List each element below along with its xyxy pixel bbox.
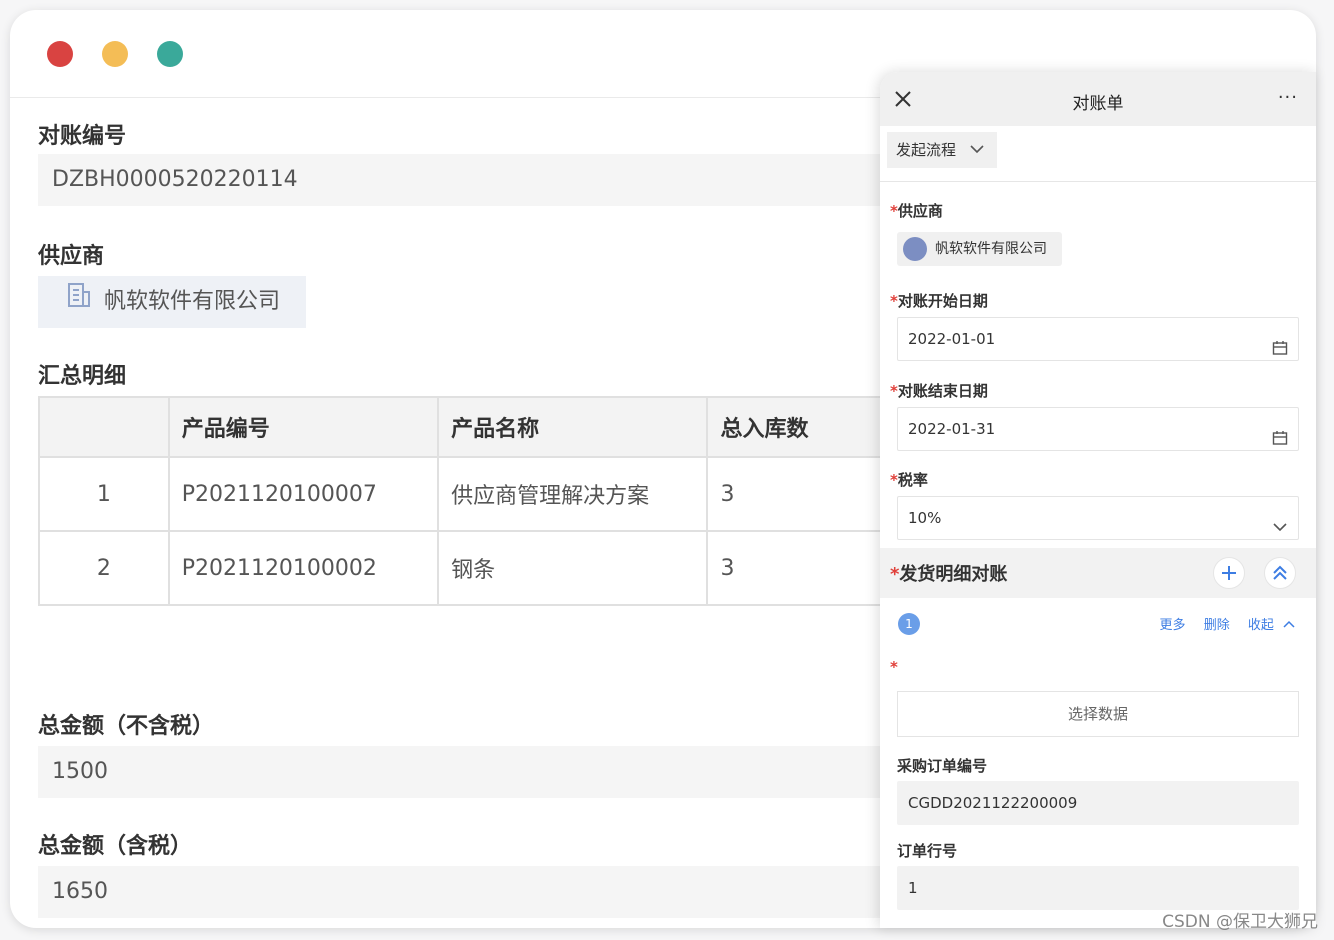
watermark: CSDN @保卫大狮兄 bbox=[1162, 912, 1318, 932]
table-row[interactable]: 2 P2021120100002 钢条 3 bbox=[40, 532, 898, 604]
calendar-icon[interactable] bbox=[1272, 330, 1288, 372]
start-date-label-text: 对账开始日期 bbox=[897, 292, 988, 310]
po-number-field[interactable]: CGDD2021122200009 bbox=[897, 781, 1299, 825]
mobile-form-panel: 对账单 ··· 发起流程 *供应商 帆软软件有限公司 *对账开始日期 2022-… bbox=[880, 72, 1316, 928]
table-cell: P2021120100007 bbox=[170, 458, 440, 530]
tax-rate-value: 10% bbox=[908, 509, 942, 527]
recon-no-field[interactable]: DZBH0000520220114 bbox=[38, 154, 908, 206]
add-row-button[interactable] bbox=[1213, 557, 1245, 589]
required-mark-row: * bbox=[890, 658, 898, 676]
shipment-detail-section-header: *发货明细对账 bbox=[880, 548, 1316, 598]
table-cell: 2 bbox=[40, 532, 170, 604]
start-flow-label: 发起流程 bbox=[896, 141, 957, 159]
required-mark: * bbox=[890, 564, 900, 585]
supplier-label: 供应商 bbox=[38, 244, 105, 269]
start-flow-button[interactable]: 发起流程 bbox=[887, 132, 997, 168]
end-date-value: 2022-01-31 bbox=[908, 420, 996, 438]
total-ex-tax-field[interactable]: 1500 bbox=[38, 746, 908, 798]
summary-label: 汇总明细 bbox=[38, 364, 127, 389]
po-number-label: 采购订单编号 bbox=[897, 757, 988, 775]
collapse-section-button[interactable] bbox=[1264, 557, 1296, 589]
table-header-cell: 产品名称 bbox=[439, 398, 709, 456]
supplier-name: 帆软软件有限公司 bbox=[104, 289, 281, 314]
more-icon[interactable]: ··· bbox=[1278, 87, 1298, 108]
calendar-icon[interactable] bbox=[1272, 420, 1288, 462]
table-cell: P2021120100002 bbox=[170, 532, 440, 604]
table-cell: 供应商管理解决方案 bbox=[439, 458, 709, 530]
table-cell: 3 bbox=[720, 481, 735, 507]
table-cell: 1 bbox=[40, 458, 170, 530]
tax-rate-select[interactable]: 10% bbox=[897, 496, 1299, 540]
section-label: *发货明细对账 bbox=[890, 560, 1007, 586]
minimize-window-button[interactable] bbox=[102, 41, 128, 67]
panel-header: 对账单 ··· bbox=[880, 72, 1316, 126]
recon-no-label: 对账编号 bbox=[38, 124, 127, 149]
table-header-cell bbox=[40, 398, 170, 456]
section-label-text: 发货明细对账 bbox=[899, 564, 1008, 585]
end-date-label-text: 对账结束日期 bbox=[897, 382, 988, 400]
table-header-row: 产品编号 产品名称 总入库数 bbox=[40, 398, 898, 458]
panel-supplier-label: *供应商 bbox=[890, 200, 943, 221]
line-number-field[interactable]: 1 bbox=[897, 866, 1299, 910]
total-inc-tax-field[interactable]: 1650 bbox=[38, 866, 908, 918]
total-inc-tax-label: 总金额（含税） bbox=[38, 834, 193, 859]
chevron-down-icon bbox=[1272, 509, 1288, 551]
end-date-label: *对账结束日期 bbox=[890, 380, 988, 401]
table-cell: 钢条 bbox=[439, 532, 709, 604]
table-row[interactable]: 1 P2021120100007 供应商管理解决方案 3 bbox=[40, 458, 898, 532]
start-date-input[interactable]: 2022-01-01 bbox=[897, 317, 1299, 361]
flow-bar: 发起流程 bbox=[880, 126, 1316, 182]
table-header-cell: 产品编号 bbox=[169, 398, 440, 456]
panel-supplier-tag[interactable]: 帆软软件有限公司 bbox=[897, 232, 1062, 266]
required-mark: * bbox=[890, 471, 898, 489]
panel-title: 对账单 bbox=[1072, 94, 1124, 114]
close-window-button[interactable] bbox=[47, 41, 73, 67]
required-mark: * bbox=[890, 382, 898, 400]
summary-table: 产品编号 产品名称 总入库数 1 P2021120100007 供应商管理解决方… bbox=[38, 396, 898, 606]
chevron-up-icon bbox=[1282, 618, 1296, 633]
required-mark: * bbox=[890, 658, 898, 676]
maximize-window-button[interactable] bbox=[157, 41, 183, 67]
start-date-value: 2022-01-01 bbox=[908, 330, 996, 348]
building-icon bbox=[903, 237, 927, 261]
select-data-button[interactable]: 选择数据 bbox=[897, 691, 1299, 737]
table-header-cell: 总入库数 bbox=[708, 398, 898, 456]
total-ex-tax-label: 总金额（不含税） bbox=[38, 714, 215, 739]
collapse-action-link[interactable]: 收起 bbox=[1248, 618, 1274, 633]
tax-rate-label: *税率 bbox=[890, 469, 928, 490]
panel-supplier-label-text: 供应商 bbox=[897, 202, 943, 220]
start-date-label: *对账开始日期 bbox=[890, 290, 988, 311]
row-actions: 更多 删除 收起 bbox=[1146, 614, 1296, 633]
tax-rate-label-text: 税率 bbox=[897, 471, 928, 489]
required-mark: * bbox=[890, 202, 898, 220]
delete-action-link[interactable]: 删除 bbox=[1204, 618, 1230, 633]
panel-supplier-name: 帆软软件有限公司 bbox=[935, 241, 1047, 257]
row-index-badge: 1 bbox=[898, 613, 920, 635]
supplier-tag[interactable]: 帆软软件有限公司 bbox=[38, 276, 306, 328]
more-action-link[interactable]: 更多 bbox=[1160, 618, 1186, 633]
required-mark: * bbox=[890, 292, 898, 310]
end-date-input[interactable]: 2022-01-31 bbox=[897, 407, 1299, 451]
building-icon bbox=[66, 276, 92, 328]
chevron-down-icon bbox=[969, 132, 985, 181]
line-number-label: 订单行号 bbox=[897, 842, 958, 860]
table-cell: 3 bbox=[720, 555, 735, 581]
